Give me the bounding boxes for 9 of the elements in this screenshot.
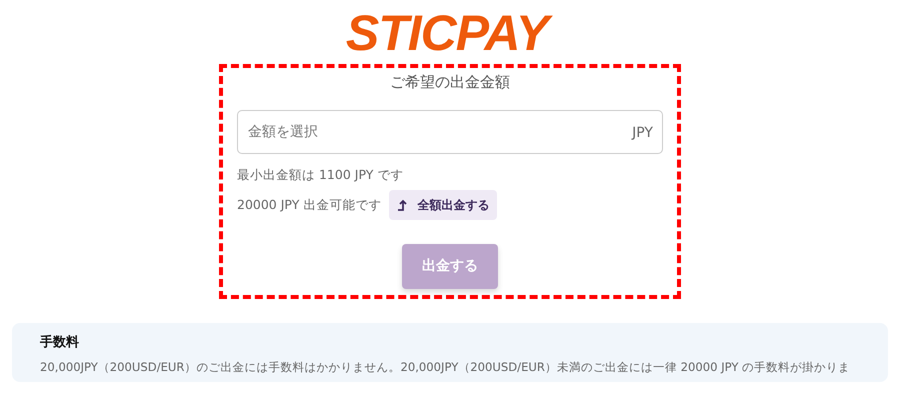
available-note: 20000 JPY 出金可能です <box>237 196 382 214</box>
fee-text: 20,000JPY（200USD/EUR）のご出金には手数料はかかりません。20,000JPY（200USD/EUR）未満のご出金には一律 20000 JPY の手数料が掛かりま <box>40 358 852 376</box>
currency-label: JPY <box>632 124 653 143</box>
logo: STICPAY <box>344 8 556 60</box>
arrow-up-icon <box>397 199 410 211</box>
minimum-note: 最小出金額は 1100 JPY です <box>237 167 404 182</box>
withdraw-all-button[interactable]: 全額出金する <box>389 190 498 220</box>
fee-title: 手数料 <box>40 335 80 351</box>
form-title: ご希望の出金金額 <box>390 73 510 91</box>
